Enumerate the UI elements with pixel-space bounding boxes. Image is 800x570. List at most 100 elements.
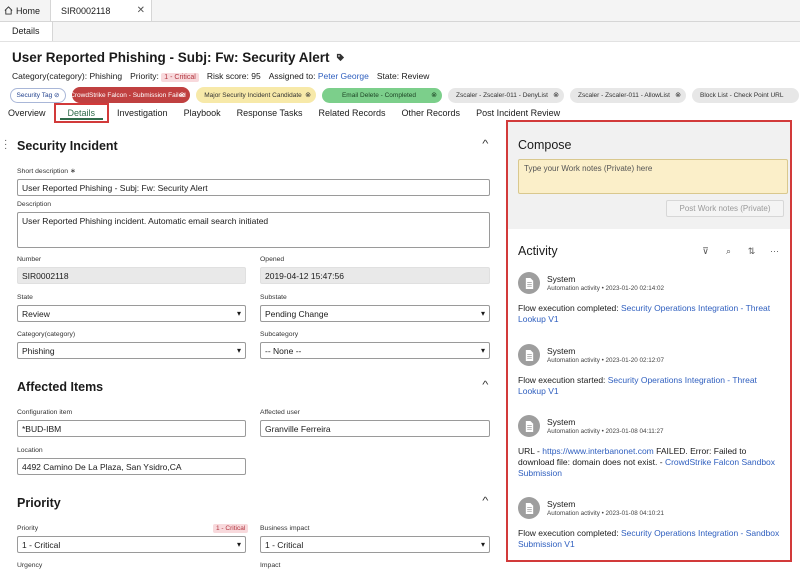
activity-entry: System Automation activity • 2023-01-20 … (518, 344, 784, 404)
tag-pill[interactable]: Email Delete - Completed ⊗ (322, 87, 442, 103)
tab-details[interactable]: Details (53, 103, 110, 123)
tab-response-tasks[interactable]: Response Tasks (229, 103, 311, 123)
category-select[interactable]: Phishing (17, 342, 246, 359)
chevron-up-icon[interactable]: ^ (483, 139, 489, 150)
activity-entry: System Automation activity • 2023-01-08 … (518, 415, 784, 487)
substate-select[interactable]: Pending Change (260, 305, 490, 322)
meta-priority: Priority: 1 - Critical (130, 71, 199, 82)
close-icon[interactable]: ✕ (137, 5, 145, 16)
more-icon[interactable]: ··· (769, 246, 780, 257)
description-field[interactable]: User Reported Phishing incident. Automat… (17, 212, 490, 248)
priority-select[interactable]: 1 - Critical (17, 536, 246, 553)
avatar (518, 497, 540, 519)
tag-pill[interactable]: Major Security Incident Candidate ⊗ (196, 87, 316, 103)
home-tab[interactable]: Home (0, 0, 50, 21)
entry-author: System (547, 499, 576, 509)
tag-pill[interactable]: Zscaler - Zscaler-011 - AllowList ⊗ (570, 87, 686, 103)
sort-icon[interactable]: ⇅ (746, 246, 757, 257)
entry-url-link[interactable]: https://www.interbanonet.com (542, 446, 654, 456)
details-form: · · · Security Incident ^ Short descriptio… (0, 125, 504, 570)
tab-investigation[interactable]: Investigation (109, 103, 176, 123)
chevron-up-icon[interactable]: ^ (483, 496, 489, 507)
section-security-incident: Security Incident (17, 139, 118, 153)
meta-assigned: Assigned to: Peter George (268, 71, 369, 81)
entry-text: Flow execution completed: Security Opera… (518, 528, 780, 549)
tag-edit-icon: ⊘ (54, 91, 60, 99)
opened-field: 2019-04-12 15:47:56 (260, 267, 490, 284)
more-vertical-icon[interactable]: · · · (4, 136, 7, 154)
state-label: State (17, 294, 33, 301)
record-meta: Category(category): Phishing Priority: 1… (12, 71, 788, 82)
home-label: Home (16, 5, 41, 16)
security-tag-button[interactable]: Security Tag ⊘ (10, 87, 66, 103)
priority-badge: 1 - Critical (161, 73, 199, 82)
short-description-field[interactable]: User Reported Phishing - Subj: Fw: Secur… (17, 179, 490, 196)
tag-pill[interactable]: CrowdStrike Falcon - Submission Failed ⊗ (70, 87, 190, 103)
record-tab-label: SIR0002118 (61, 5, 111, 16)
tab-related-records[interactable]: Related Records (310, 103, 393, 123)
location-field[interactable]: 4492 Camino De La Plaza, San Ysidro,CA (17, 458, 246, 475)
activity-toolbar: ⊽ ⌕ ⇅ ··· (700, 246, 780, 257)
work-notes-input[interactable]: Type your Work notes (Private) here (518, 159, 788, 194)
post-work-notes-button[interactable]: Post Work notes (Private) (666, 200, 784, 217)
state-select[interactable]: Review (17, 305, 246, 322)
top-tab-bar: Home SIR0002118 ✕ (0, 0, 800, 22)
description-label: Description (17, 201, 51, 208)
tab-details-top[interactable]: Details (0, 22, 53, 41)
entry-text: Flow execution completed: Security Opera… (518, 303, 771, 324)
entry-meta: Automation activity • 2023-01-20 02:14:0… (547, 285, 665, 292)
record-subtab-row: Details (0, 22, 800, 42)
remove-tag-icon[interactable]: ⊗ (179, 92, 185, 99)
tag-icon[interactable] (336, 53, 345, 62)
opened-label: Opened (260, 256, 285, 263)
document-icon (525, 277, 533, 289)
substate-label: Substate (260, 294, 287, 301)
entry-text: Flow execution started: Security Operati… (518, 375, 757, 396)
avatar (518, 415, 540, 437)
remove-tag-icon[interactable]: ⊗ (675, 92, 681, 99)
activity-panel: Compose Type your Work notes (Private) h… (506, 120, 792, 562)
tag-pill[interactable]: Block List - Check Point URL (692, 87, 800, 103)
tab-overview[interactable]: Overview (0, 103, 54, 123)
remove-tag-icon[interactable]: ⊗ (305, 92, 311, 99)
remove-tag-icon[interactable]: ⊗ (431, 92, 437, 99)
short-description-label: Short description ∗ (17, 168, 76, 175)
affected-user-field[interactable]: Granville Ferreira (260, 420, 490, 437)
subcategory-select[interactable]: -- None -- (260, 342, 490, 359)
business-impact-select[interactable]: 1 - Critical (260, 536, 490, 553)
meta-category: Category(category): Phishing (12, 71, 123, 81)
filter-icon[interactable]: ⊽ (700, 246, 711, 257)
section-affected-items: Affected Items (17, 380, 104, 394)
remove-tag-icon[interactable]: ⊗ (553, 92, 559, 99)
avatar (518, 272, 540, 294)
number-field: SIR0002118 (17, 267, 246, 284)
activity-entry: System Automation activity • 2023-01-08 … (518, 497, 784, 559)
compose-heading: Compose (518, 138, 572, 152)
search-icon[interactable]: ⌕ (723, 246, 734, 257)
tab-other-records[interactable]: Other Records (394, 103, 469, 123)
document-icon (525, 420, 533, 432)
tag-pill[interactable]: Zscaler - Zscaler-011 - DenyList ⊗ (448, 87, 564, 103)
category-label: Category(category) (17, 331, 76, 338)
business-impact-label: Business impact (260, 525, 310, 532)
page-title-text: User Reported Phishing - Subj: Fw: Secur… (12, 50, 330, 65)
record-tab[interactable]: SIR0002118 ✕ (50, 0, 153, 21)
subcategory-label: Subcategory (260, 331, 299, 338)
entry-author: System (547, 417, 576, 427)
priority-label: Priority (17, 525, 39, 532)
affected-user-label: Affected user (260, 409, 300, 416)
assigned-link[interactable]: Peter George (318, 71, 369, 81)
urgency-label: Urgency (17, 562, 43, 569)
meta-state: State: Review (376, 71, 430, 81)
entry-meta: Automation activity • 2023-01-20 02:12:0… (547, 357, 665, 364)
impact-label: Impact (260, 562, 281, 569)
record-header: User Reported Phishing - Subj: Fw: Secur… (0, 42, 800, 82)
section-priority: Priority (17, 496, 61, 510)
avatar (518, 344, 540, 366)
configuration-item-field[interactable]: *BUD-IBM (17, 420, 246, 437)
tab-playbook[interactable]: Playbook (176, 103, 229, 123)
document-icon (525, 502, 533, 514)
required-icon: ∗ (70, 168, 76, 175)
tag-row: Security Tag ⊘ CrowdStrike Falcon - Subm… (10, 85, 800, 105)
chevron-up-icon[interactable]: ^ (483, 380, 489, 391)
